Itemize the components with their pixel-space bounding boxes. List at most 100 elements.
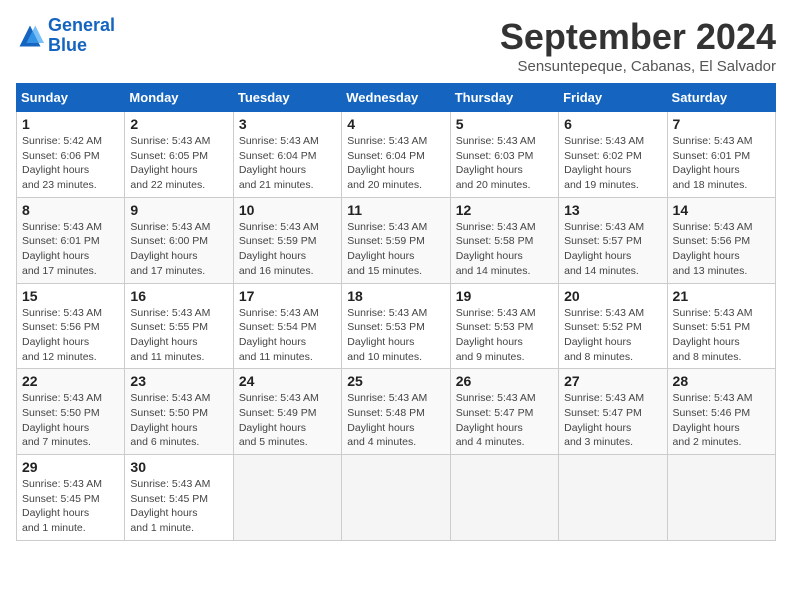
day-detail: Sunrise: 5:43 AM Sunset: 6:04 PM Dayligh… — [239, 134, 336, 193]
page-header: General Blue September 2024 Sensuntepequ… — [16, 16, 776, 75]
day-number: 26 — [456, 373, 553, 389]
calendar-day-cell: 1 Sunrise: 5:42 AM Sunset: 6:06 PM Dayli… — [17, 112, 125, 198]
calendar-week-row: 1 Sunrise: 5:42 AM Sunset: 6:06 PM Dayli… — [17, 112, 776, 198]
day-number: 13 — [564, 202, 661, 218]
header-saturday: Saturday — [667, 84, 775, 112]
day-detail: Sunrise: 5:43 AM Sunset: 5:47 PM Dayligh… — [456, 391, 553, 450]
calendar-day-cell: 13 Sunrise: 5:43 AM Sunset: 5:57 PM Dayl… — [559, 197, 667, 283]
day-detail: Sunrise: 5:43 AM Sunset: 6:00 PM Dayligh… — [130, 220, 227, 279]
calendar-week-row: 22 Sunrise: 5:43 AM Sunset: 5:50 PM Dayl… — [17, 369, 776, 455]
calendar-day-cell: 20 Sunrise: 5:43 AM Sunset: 5:52 PM Dayl… — [559, 283, 667, 369]
day-detail: Sunrise: 5:43 AM Sunset: 5:56 PM Dayligh… — [22, 306, 119, 365]
day-number: 23 — [130, 373, 227, 389]
day-number: 29 — [22, 459, 119, 475]
calendar-day-cell: 2 Sunrise: 5:43 AM Sunset: 6:05 PM Dayli… — [125, 112, 233, 198]
calendar-week-row: 29 Sunrise: 5:43 AM Sunset: 5:45 PM Dayl… — [17, 455, 776, 541]
calendar-table: Sunday Monday Tuesday Wednesday Thursday… — [16, 83, 776, 541]
calendar-day-cell: 26 Sunrise: 5:43 AM Sunset: 5:47 PM Dayl… — [450, 369, 558, 455]
calendar-day-cell: 3 Sunrise: 5:43 AM Sunset: 6:04 PM Dayli… — [233, 112, 341, 198]
day-detail: Sunrise: 5:43 AM Sunset: 5:50 PM Dayligh… — [130, 391, 227, 450]
calendar-day-cell: 14 Sunrise: 5:43 AM Sunset: 5:56 PM Dayl… — [667, 197, 775, 283]
day-detail: Sunrise: 5:43 AM Sunset: 5:46 PM Dayligh… — [673, 391, 770, 450]
day-number: 10 — [239, 202, 336, 218]
calendar-day-cell: 29 Sunrise: 5:43 AM Sunset: 5:45 PM Dayl… — [17, 455, 125, 541]
day-number: 11 — [347, 202, 444, 218]
empty-cell — [450, 455, 558, 541]
day-detail: Sunrise: 5:43 AM Sunset: 5:59 PM Dayligh… — [347, 220, 444, 279]
day-detail: Sunrise: 5:43 AM Sunset: 5:49 PM Dayligh… — [239, 391, 336, 450]
location-subtitle: Sensuntepeque, Cabanas, El Salvador — [500, 58, 776, 75]
calendar-day-cell: 28 Sunrise: 5:43 AM Sunset: 5:46 PM Dayl… — [667, 369, 775, 455]
calendar-day-cell: 27 Sunrise: 5:43 AM Sunset: 5:47 PM Dayl… — [559, 369, 667, 455]
day-number: 8 — [22, 202, 119, 218]
day-number: 3 — [239, 116, 336, 132]
day-detail: Sunrise: 5:43 AM Sunset: 5:50 PM Dayligh… — [22, 391, 119, 450]
day-detail: Sunrise: 5:43 AM Sunset: 5:53 PM Dayligh… — [347, 306, 444, 365]
logo-blue: Blue — [48, 35, 87, 55]
empty-cell — [559, 455, 667, 541]
calendar-day-cell: 19 Sunrise: 5:43 AM Sunset: 5:53 PM Dayl… — [450, 283, 558, 369]
day-detail: Sunrise: 5:43 AM Sunset: 5:53 PM Dayligh… — [456, 306, 553, 365]
day-detail: Sunrise: 5:43 AM Sunset: 5:45 PM Dayligh… — [130, 477, 227, 536]
day-detail: Sunrise: 5:43 AM Sunset: 6:05 PM Dayligh… — [130, 134, 227, 193]
calendar-day-cell: 9 Sunrise: 5:43 AM Sunset: 6:00 PM Dayli… — [125, 197, 233, 283]
empty-cell — [233, 455, 341, 541]
calendar-day-cell: 30 Sunrise: 5:43 AM Sunset: 5:45 PM Dayl… — [125, 455, 233, 541]
day-number: 15 — [22, 288, 119, 304]
day-number: 4 — [347, 116, 444, 132]
day-number: 17 — [239, 288, 336, 304]
day-number: 1 — [22, 116, 119, 132]
day-number: 18 — [347, 288, 444, 304]
calendar-day-cell: 23 Sunrise: 5:43 AM Sunset: 5:50 PM Dayl… — [125, 369, 233, 455]
day-detail: Sunrise: 5:43 AM Sunset: 5:45 PM Dayligh… — [22, 477, 119, 536]
header-monday: Monday — [125, 84, 233, 112]
calendar-day-cell: 6 Sunrise: 5:43 AM Sunset: 6:02 PM Dayli… — [559, 112, 667, 198]
header-friday: Friday — [559, 84, 667, 112]
day-detail: Sunrise: 5:43 AM Sunset: 6:01 PM Dayligh… — [673, 134, 770, 193]
day-number: 16 — [130, 288, 227, 304]
day-detail: Sunrise: 5:43 AM Sunset: 5:59 PM Dayligh… — [239, 220, 336, 279]
logo-icon — [16, 22, 44, 50]
header-sunday: Sunday — [17, 84, 125, 112]
calendar-day-cell: 24 Sunrise: 5:43 AM Sunset: 5:49 PM Dayl… — [233, 369, 341, 455]
day-detail: Sunrise: 5:43 AM Sunset: 6:02 PM Dayligh… — [564, 134, 661, 193]
header-wednesday: Wednesday — [342, 84, 450, 112]
month-title: September 2024 — [500, 16, 776, 58]
day-number: 25 — [347, 373, 444, 389]
calendar-header-row: Sunday Monday Tuesday Wednesday Thursday… — [17, 84, 776, 112]
day-detail: Sunrise: 5:43 AM Sunset: 5:54 PM Dayligh… — [239, 306, 336, 365]
day-detail: Sunrise: 5:43 AM Sunset: 5:56 PM Dayligh… — [673, 220, 770, 279]
calendar-week-row: 15 Sunrise: 5:43 AM Sunset: 5:56 PM Dayl… — [17, 283, 776, 369]
day-detail: Sunrise: 5:42 AM Sunset: 6:06 PM Dayligh… — [22, 134, 119, 193]
day-number: 2 — [130, 116, 227, 132]
day-detail: Sunrise: 5:43 AM Sunset: 5:58 PM Dayligh… — [456, 220, 553, 279]
calendar-day-cell: 12 Sunrise: 5:43 AM Sunset: 5:58 PM Dayl… — [450, 197, 558, 283]
empty-cell — [342, 455, 450, 541]
title-section: September 2024 Sensuntepeque, Cabanas, E… — [500, 16, 776, 75]
calendar-day-cell: 16 Sunrise: 5:43 AM Sunset: 5:55 PM Dayl… — [125, 283, 233, 369]
day-number: 22 — [22, 373, 119, 389]
calendar-day-cell: 8 Sunrise: 5:43 AM Sunset: 6:01 PM Dayli… — [17, 197, 125, 283]
day-detail: Sunrise: 5:43 AM Sunset: 5:57 PM Dayligh… — [564, 220, 661, 279]
calendar-day-cell: 4 Sunrise: 5:43 AM Sunset: 6:04 PM Dayli… — [342, 112, 450, 198]
logo-general: General — [48, 15, 115, 35]
day-number: 21 — [673, 288, 770, 304]
empty-cell — [667, 455, 775, 541]
calendar-day-cell: 5 Sunrise: 5:43 AM Sunset: 6:03 PM Dayli… — [450, 112, 558, 198]
day-detail: Sunrise: 5:43 AM Sunset: 5:52 PM Dayligh… — [564, 306, 661, 365]
day-number: 24 — [239, 373, 336, 389]
calendar-day-cell: 17 Sunrise: 5:43 AM Sunset: 5:54 PM Dayl… — [233, 283, 341, 369]
day-number: 6 — [564, 116, 661, 132]
calendar-day-cell: 22 Sunrise: 5:43 AM Sunset: 5:50 PM Dayl… — [17, 369, 125, 455]
day-number: 27 — [564, 373, 661, 389]
day-number: 14 — [673, 202, 770, 218]
logo: General Blue — [16, 16, 115, 56]
header-tuesday: Tuesday — [233, 84, 341, 112]
calendar-day-cell: 25 Sunrise: 5:43 AM Sunset: 5:48 PM Dayl… — [342, 369, 450, 455]
calendar-day-cell: 18 Sunrise: 5:43 AM Sunset: 5:53 PM Dayl… — [342, 283, 450, 369]
day-detail: Sunrise: 5:43 AM Sunset: 5:55 PM Dayligh… — [130, 306, 227, 365]
day-number: 7 — [673, 116, 770, 132]
day-number: 20 — [564, 288, 661, 304]
day-detail: Sunrise: 5:43 AM Sunset: 6:01 PM Dayligh… — [22, 220, 119, 279]
calendar-day-cell: 15 Sunrise: 5:43 AM Sunset: 5:56 PM Dayl… — [17, 283, 125, 369]
